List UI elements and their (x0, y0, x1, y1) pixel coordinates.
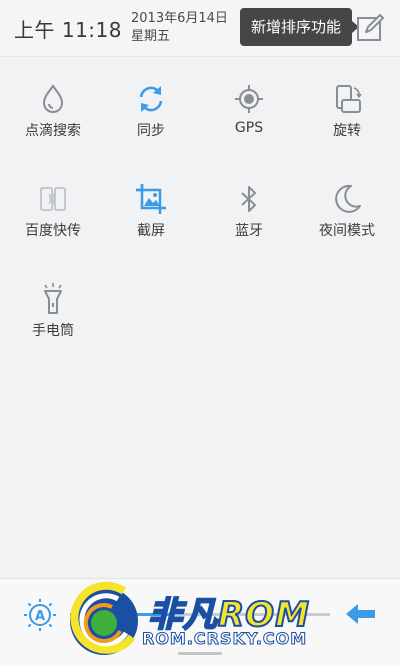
date-text: 2013年6月14日 (131, 11, 228, 26)
bluetooth-icon (241, 186, 256, 212)
watermark-swirl-logo (70, 581, 138, 655)
status-header: 上午 11:18 2013年6月14日 星期五 新增排序功能 (0, 0, 400, 57)
rotate-icon (336, 85, 362, 113)
clock-time: 上午 11:18 (14, 18, 122, 42)
screenshot-icon (136, 184, 166, 214)
auto-brightness-button[interactable]: A (22, 597, 58, 633)
sync-icon (139, 86, 163, 112)
back-arrow-icon (346, 604, 375, 624)
collapse-button[interactable] (344, 599, 378, 629)
tile-screenshot[interactable]: 截屏 (101, 180, 201, 270)
tile-bluetooth[interactable]: 蓝牙 (199, 180, 299, 270)
edit-icon (357, 14, 384, 41)
tile-rotate[interactable]: 旋转 (297, 80, 397, 170)
baidu-transfer-icon (40, 187, 66, 211)
moon-icon (335, 184, 361, 213)
tile-label: 百度快传 (25, 223, 81, 239)
sort-feature-tooltip: 新增排序功能 (240, 8, 352, 46)
notification-panel: 上午 11:18 2013年6月14日 星期五 新增排序功能 点滴搜索 同步 G… (0, 0, 400, 666)
crsky-rom-watermark: 非凡ROM ROM.CRSKY.COM (60, 577, 340, 663)
svg-text:A: A (35, 609, 45, 624)
tile-label: 截屏 (137, 223, 165, 239)
flashlight-icon (44, 283, 62, 314)
droplet-icon (42, 84, 64, 113)
auto-brightness-icon: A (24, 599, 56, 631)
watermark-url: ROM.CRSKY.COM (141, 629, 308, 649)
date-block: 2013年6月14日 星期五 (131, 10, 228, 46)
tile-night-mode[interactable]: 夜间模式 (297, 180, 397, 270)
edit-tiles-button[interactable] (355, 12, 385, 44)
tile-label: GPS (234, 120, 264, 136)
tile-label: 手电筒 (32, 323, 74, 339)
tile-label: 夜间模式 (319, 223, 375, 239)
tile-gps[interactable]: GPS (199, 80, 299, 170)
tile-sync[interactable]: 同步 (101, 80, 201, 170)
tile-label: 同步 (137, 123, 165, 139)
tile-label: 旋转 (333, 123, 361, 139)
tile-baidu-transfer[interactable]: 百度快传 (3, 180, 103, 270)
tile-droplet-search[interactable]: 点滴搜索 (3, 80, 103, 170)
gps-icon (235, 85, 263, 113)
weekday-text: 星期五 (131, 29, 171, 44)
tile-label: 点滴搜索 (25, 123, 81, 139)
tile-flashlight[interactable]: 手电筒 (3, 280, 103, 370)
tile-label: 蓝牙 (235, 223, 263, 239)
